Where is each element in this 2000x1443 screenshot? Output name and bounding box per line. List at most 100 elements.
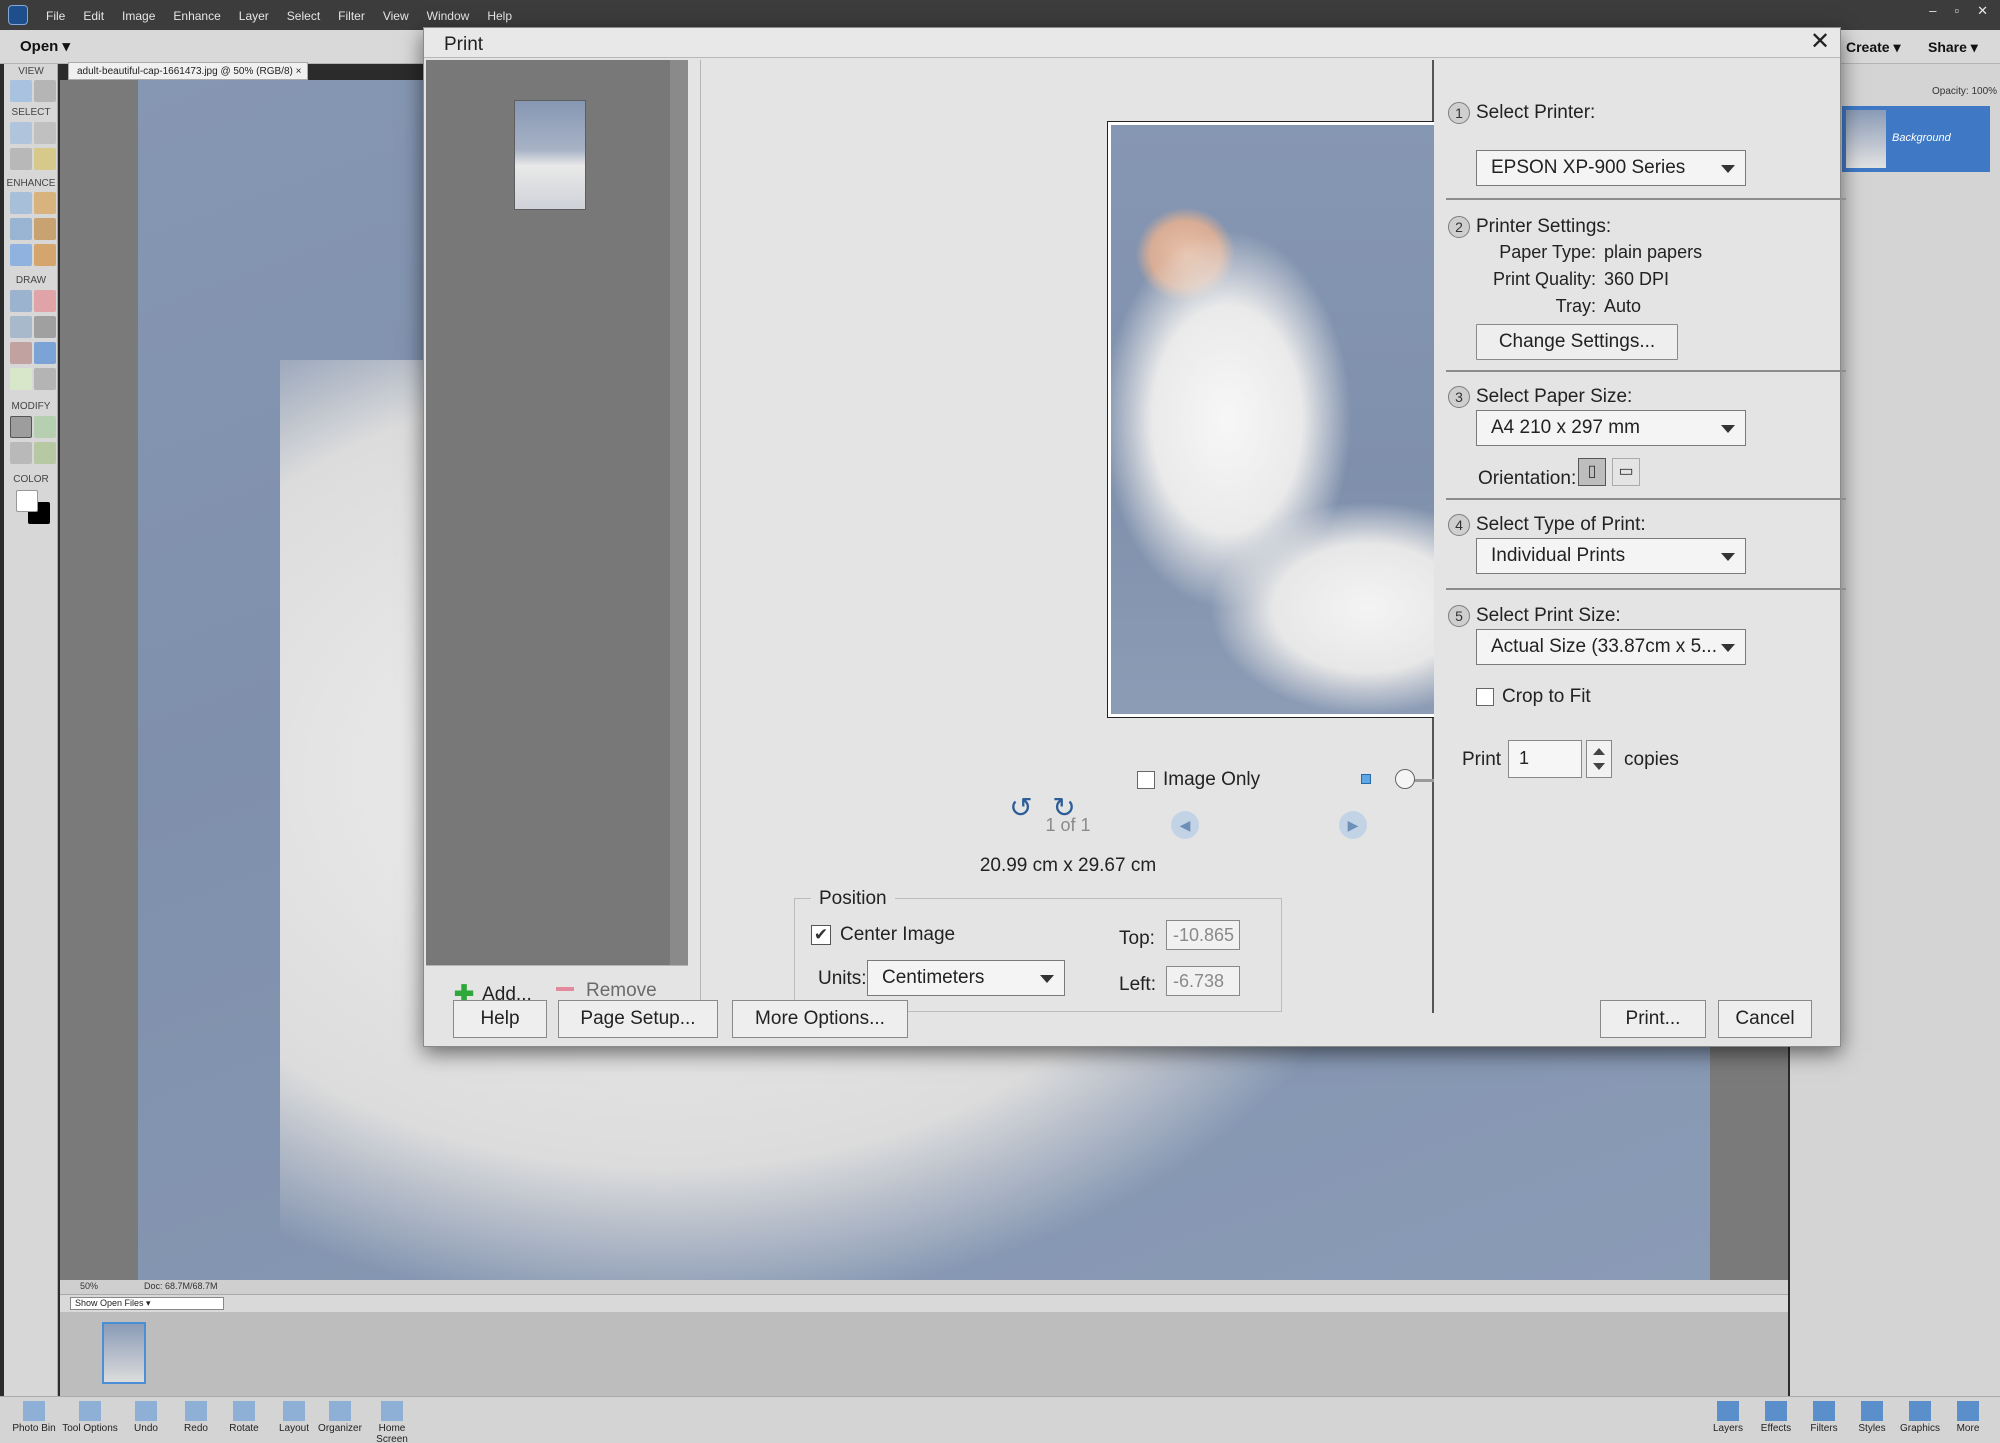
- lasso-tool-icon[interactable]: [10, 148, 32, 170]
- taskbar-label: More: [1956, 1423, 1980, 1434]
- taskbar-label: Effects: [1760, 1423, 1792, 1434]
- change-settings-button[interactable]: Change Settings...: [1476, 324, 1678, 360]
- image-only-checkbox[interactable]: [1137, 771, 1155, 789]
- menu-layer[interactable]: Layer: [239, 9, 269, 23]
- content-aware-move-tool-icon[interactable]: [10, 442, 32, 464]
- paper-size-select[interactable]: A4 210 x 297 mm: [1476, 410, 1746, 446]
- menu-enhance[interactable]: Enhance: [173, 9, 220, 23]
- stepper-up-icon[interactable]: [1593, 748, 1605, 755]
- menu-window[interactable]: Window: [427, 9, 470, 23]
- maximize-button[interactable]: ▫: [1954, 3, 1959, 19]
- print-type-select[interactable]: Individual Prints: [1476, 538, 1746, 574]
- photo-bin-header: [60, 1294, 1788, 1312]
- smart-brush-tool-icon[interactable]: [10, 218, 32, 240]
- straighten-tool-icon[interactable]: [34, 442, 56, 464]
- portrait-orientation-icon[interactable]: ▯: [1578, 458, 1606, 486]
- move-tool-icon[interactable]: [10, 122, 32, 144]
- top-offset-field[interactable]: -10.865: [1166, 920, 1240, 950]
- gradient-tool-icon[interactable]: [34, 316, 56, 338]
- print-size-select[interactable]: Actual Size (33.87cm x 5...: [1476, 629, 1746, 665]
- help-button[interactable]: Help: [453, 1000, 547, 1038]
- zoom-tool-icon[interactable]: [10, 80, 32, 102]
- print-thumbnail[interactable]: [514, 100, 586, 210]
- stepper-down-icon[interactable]: [1593, 763, 1605, 770]
- toolbox-section-select: SELECT: [11, 107, 51, 118]
- close-tab-icon[interactable]: ×: [296, 66, 302, 77]
- home-screen-button[interactable]: Home Screen: [362, 1401, 422, 1443]
- photo-bin-thumbnail[interactable]: [102, 1322, 146, 1384]
- tool-options-button[interactable]: Tool Options: [60, 1401, 120, 1434]
- photo-bin-button[interactable]: Photo Bin: [4, 1401, 64, 1434]
- brush-tool-icon[interactable]: [10, 290, 32, 312]
- show-open-files-select[interactable]: Show Open Files ▾: [70, 1297, 224, 1310]
- center-image-checkbox[interactable]: ✔: [811, 925, 831, 945]
- create-button[interactable]: Create ▾: [1846, 36, 1916, 58]
- taskbar-label: Styles: [1858, 1423, 1886, 1434]
- magic-wand-tool-icon[interactable]: [34, 148, 56, 170]
- image-only-label: Image Only: [1163, 769, 1261, 790]
- taskbar-label: Undo: [134, 1423, 158, 1434]
- toolbox-section-draw: DRAW: [15, 275, 47, 286]
- next-page-icon[interactable]: ▶: [1339, 811, 1367, 839]
- custom-shape-tool-icon[interactable]: [34, 342, 56, 364]
- layer-thumbnail: [1846, 110, 1886, 168]
- sponge-tool-icon[interactable]: [34, 244, 56, 266]
- dialog-title: Print: [444, 34, 484, 55]
- taskbar-label: Graphics: [1899, 1423, 1940, 1434]
- crop-tool-icon[interactable]: [10, 416, 32, 438]
- step-3-title: Select Paper Size:: [1476, 386, 1633, 407]
- styles-icon: [1861, 1401, 1883, 1421]
- more-panel-button[interactable]: More: [1938, 1401, 1998, 1434]
- healing-brush-tool-icon[interactable]: [34, 192, 56, 214]
- menu-edit[interactable]: Edit: [83, 9, 104, 23]
- crop-to-fit-checkbox[interactable]: [1476, 688, 1494, 706]
- menu-help[interactable]: Help: [487, 9, 512, 23]
- more-icon: [1957, 1401, 1979, 1421]
- menu-filter[interactable]: Filter: [338, 9, 365, 23]
- landscape-orientation-icon[interactable]: ▭: [1612, 458, 1640, 486]
- left-offset-field[interactable]: -6.738: [1166, 966, 1240, 996]
- eraser-tool-icon[interactable]: [34, 290, 56, 312]
- divider: [1446, 498, 1846, 500]
- thumbnail-scrollbar[interactable]: [670, 60, 688, 965]
- tray-label: Tray:: [1555, 296, 1596, 316]
- menu-file[interactable]: File: [46, 9, 65, 23]
- close-icon[interactable]: ✕: [1808, 30, 1832, 55]
- more-options-button[interactable]: More Options...: [732, 1000, 908, 1038]
- foreground-color-swatch[interactable]: [16, 490, 38, 512]
- page-counter: 1 of 1: [1045, 815, 1091, 835]
- organizer-button[interactable]: Organizer: [310, 1401, 370, 1434]
- eyedropper-tool-icon[interactable]: [10, 342, 32, 364]
- type-tool-icon[interactable]: [10, 368, 32, 390]
- recompose-tool-icon[interactable]: [34, 416, 56, 438]
- remove-button[interactable]: Remove: [556, 980, 657, 1002]
- close-app-button[interactable]: ✕: [1977, 3, 1988, 19]
- undo-icon: [135, 1401, 157, 1421]
- zoom-out-icon[interactable]: [1361, 774, 1371, 784]
- open-button[interactable]: Open ▾: [8, 35, 84, 59]
- step-5-badge: 5: [1448, 605, 1470, 627]
- minimize-button[interactable]: –: [1929, 3, 1936, 19]
- redo-icon: [185, 1401, 207, 1421]
- copies-field[interactable]: 1: [1508, 740, 1582, 778]
- cancel-button[interactable]: Cancel: [1718, 1000, 1812, 1038]
- copies-stepper[interactable]: [1586, 740, 1612, 778]
- zoom-slider-handle[interactable]: [1395, 769, 1415, 789]
- hand-tool-icon[interactable]: [34, 80, 56, 102]
- clone-stamp-tool-icon[interactable]: [34, 218, 56, 240]
- document-tab[interactable]: adult-beautiful-cap-1661473.jpg @ 50% (R…: [68, 62, 308, 80]
- printer-select[interactable]: EPSON XP-900 Series: [1476, 150, 1746, 186]
- print-button[interactable]: Print...: [1600, 1000, 1706, 1038]
- opacity-control[interactable]: Opacity: 100%: [1932, 86, 1997, 97]
- red-eye-tool-icon[interactable]: [10, 192, 32, 214]
- menu-image[interactable]: Image: [122, 9, 155, 23]
- blur-tool-icon[interactable]: [10, 244, 32, 266]
- units-select[interactable]: Centimeters: [867, 960, 1065, 996]
- menu-view[interactable]: View: [383, 9, 409, 23]
- marquee-tool-icon[interactable]: [34, 122, 56, 144]
- paint-bucket-tool-icon[interactable]: [10, 316, 32, 338]
- page-setup-button[interactable]: Page Setup...: [558, 1000, 718, 1038]
- share-button[interactable]: Share ▾: [1928, 36, 1988, 58]
- pencil-tool-icon[interactable]: [34, 368, 56, 390]
- menu-select[interactable]: Select: [287, 9, 320, 23]
